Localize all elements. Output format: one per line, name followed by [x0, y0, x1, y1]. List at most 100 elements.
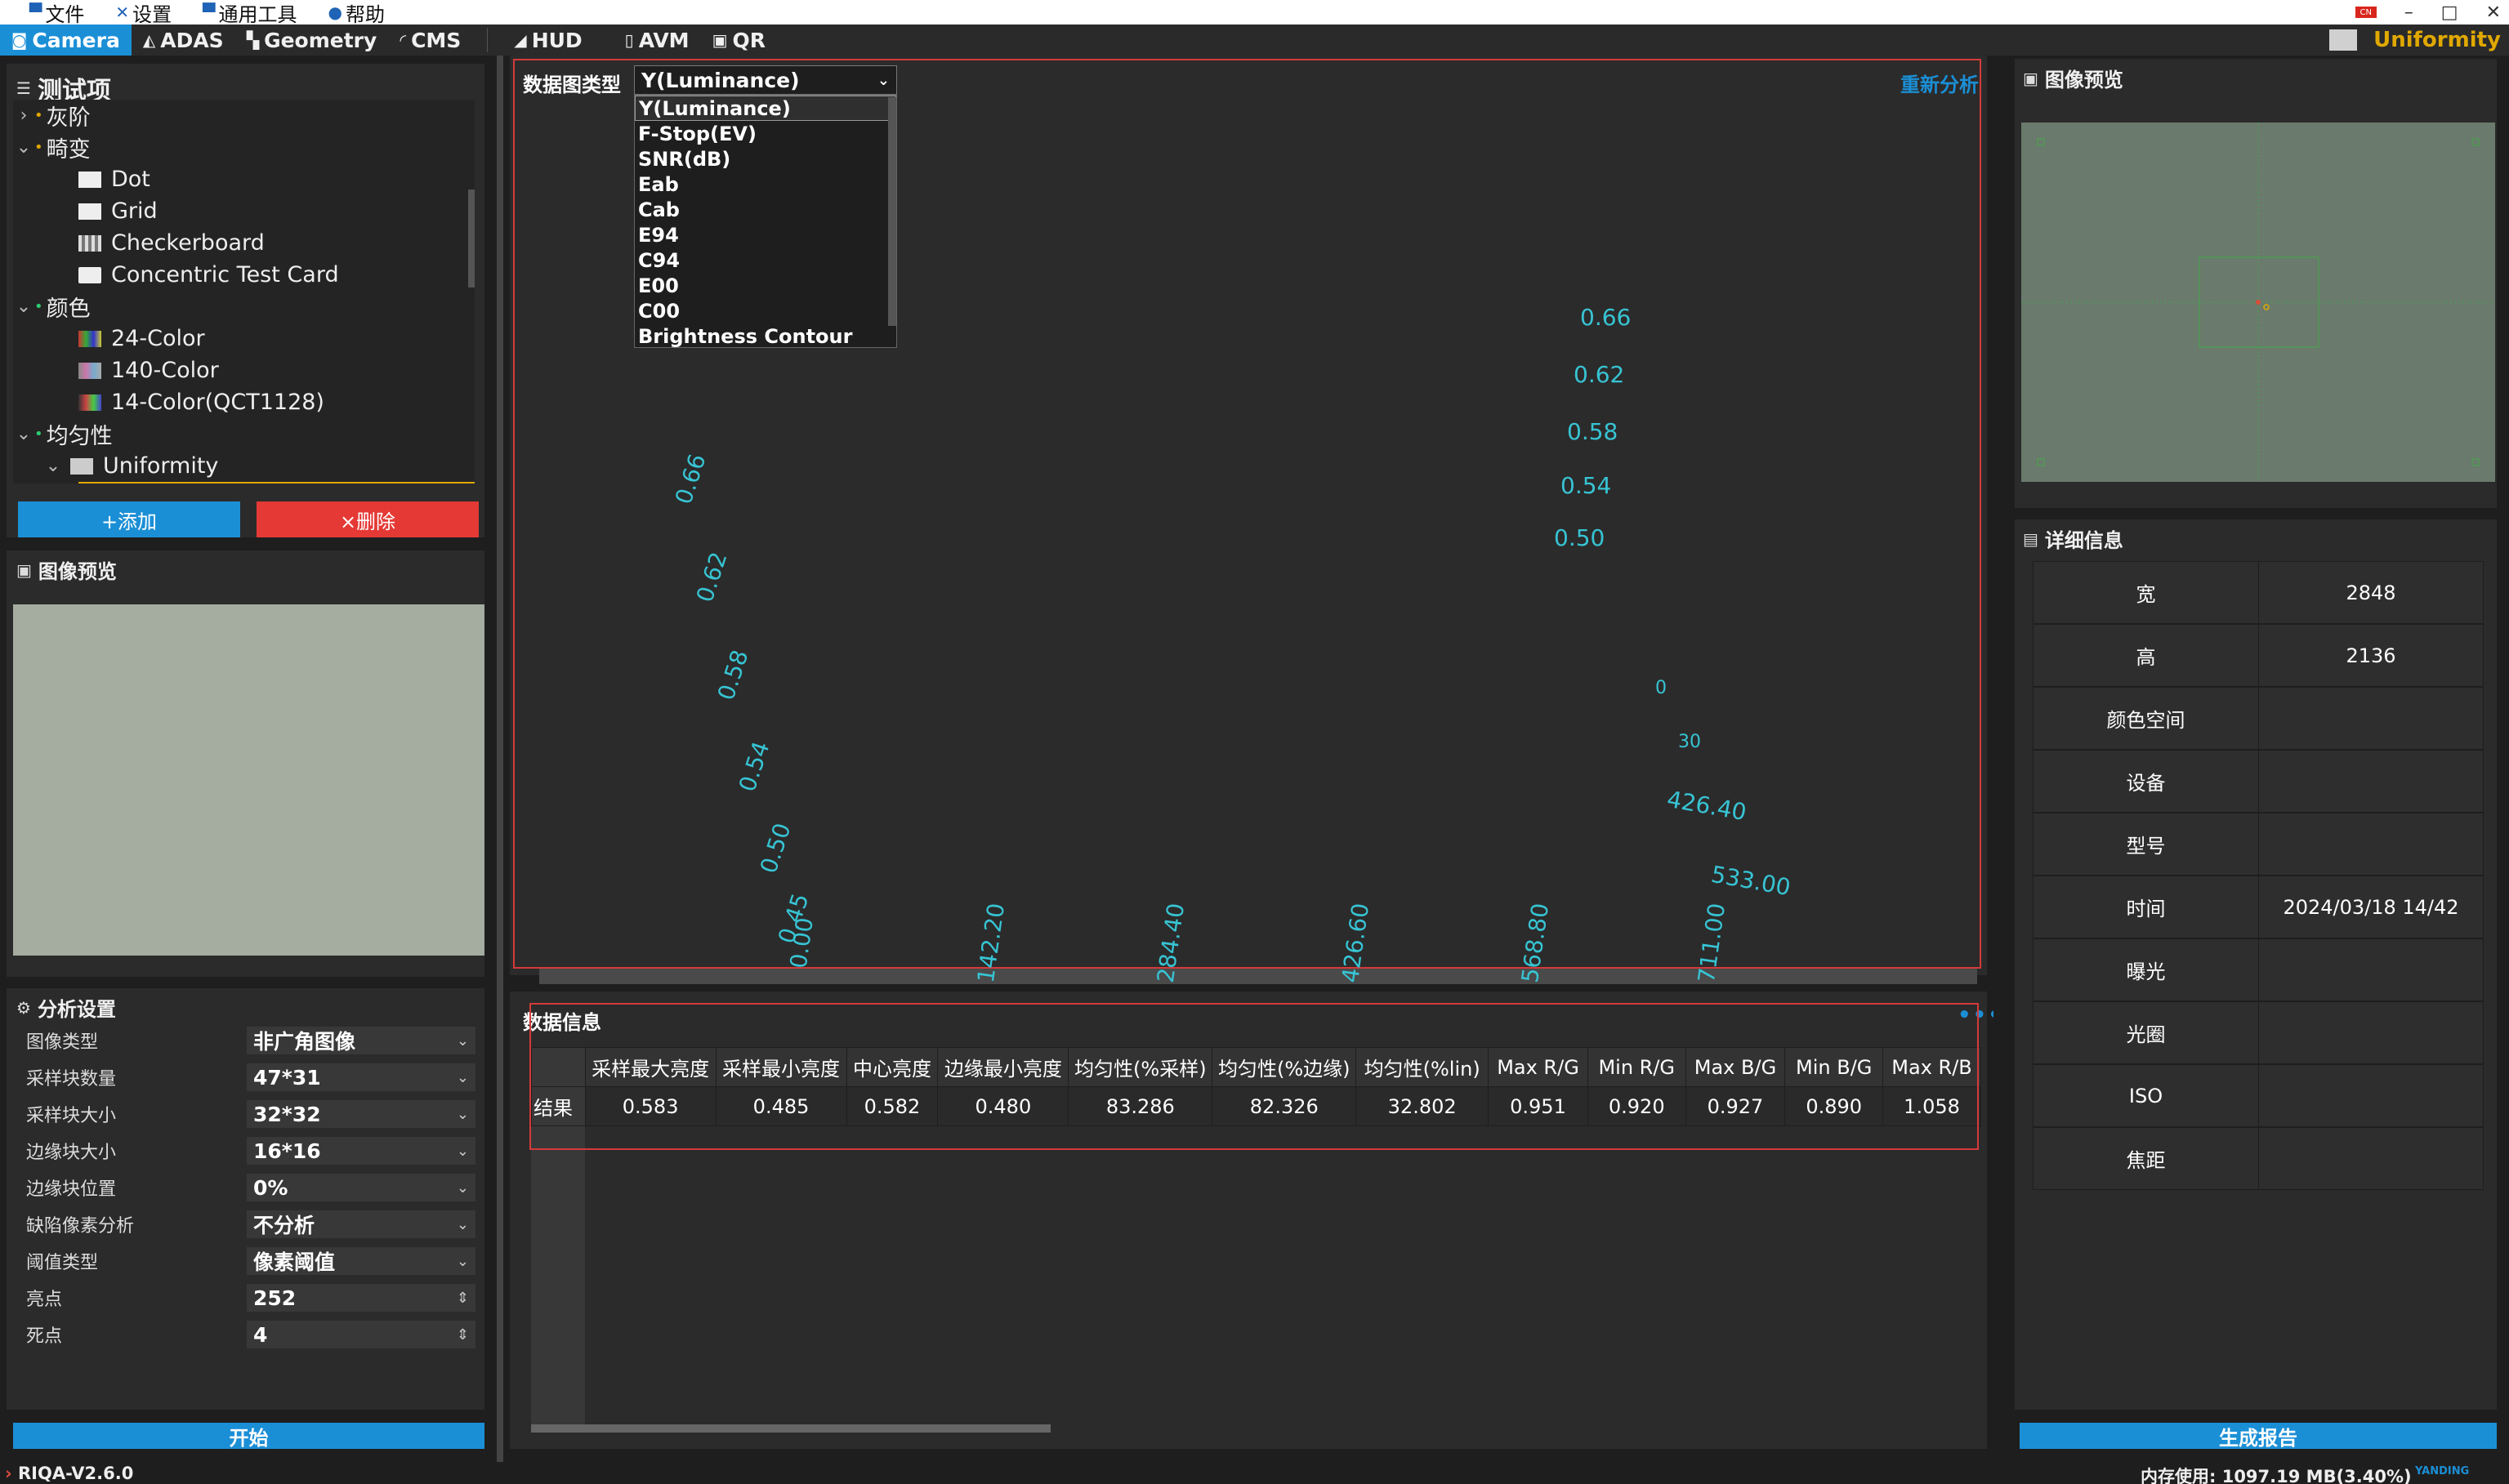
- dropdown-option[interactable]: E00: [635, 273, 896, 298]
- camera-icon: ◙: [11, 30, 28, 50]
- tree-node-uniformity-group[interactable]: ⌄ • 均匀性: [13, 418, 475, 450]
- image-preview-right[interactable]: [2021, 123, 2495, 482]
- setting-bright-point: 亮点 252 ⇕: [26, 1281, 475, 1314]
- menu-file[interactable]: ▀ 文件: [29, 0, 84, 27]
- tab-adas[interactable]: ◭ ADAS: [132, 25, 235, 56]
- chevron-down-icon: ⌄: [456, 1032, 469, 1049]
- menu-help[interactable]: ● 帮助: [328, 0, 385, 27]
- image-icon: ▣: [16, 559, 32, 580]
- setting-threshold-type: 阈值类型 像素阈值 ⌄: [26, 1245, 475, 1277]
- tab-camera[interactable]: ◙ Camera: [0, 25, 132, 56]
- adas-icon: ◭: [142, 30, 156, 50]
- dropdown-option[interactable]: SNR(dB): [635, 146, 896, 172]
- tree-node-distortion[interactable]: ⌄ • 畸变: [13, 131, 475, 163]
- window-controls: CN – □ ✕: [2355, 0, 2501, 25]
- delete-button[interactable]: ×删除: [257, 501, 479, 537]
- tree-leaf-24color[interactable]: 24-Color: [13, 323, 475, 354]
- generate-report-button[interactable]: 生成报告: [2020, 1423, 2497, 1450]
- chevron-down-icon: ⌄: [456, 1068, 469, 1086]
- tab-avm[interactable]: ▯ AVM: [614, 25, 701, 56]
- image-type-select[interactable]: 非广角图像 ⌄: [247, 1027, 475, 1054]
- z-tick-right: 0.66: [1580, 304, 1632, 331]
- tree-leaf-concentric[interactable]: Concentric Test Card: [13, 259, 475, 291]
- block-size-select[interactable]: 32*32 ⌄: [247, 1100, 475, 1128]
- maximize-button[interactable]: □: [2441, 2, 2458, 23]
- close-button[interactable]: ✕: [2486, 2, 2501, 23]
- tree-leaf-dot[interactable]: Dot: [13, 163, 475, 195]
- tree-leaf-checkerboard[interactable]: Checkerboard: [13, 227, 475, 259]
- tree-node-gray[interactable]: › • 灰阶: [13, 100, 475, 131]
- dropdown-option[interactable]: C00: [635, 298, 896, 323]
- geometry-icon: ▚: [246, 30, 260, 50]
- menu-settings[interactable]: ✕ 设置: [115, 0, 172, 27]
- dot-icon: •: [34, 426, 43, 443]
- chevron-down-icon: ⌄: [456, 1179, 469, 1197]
- gear-icon: ⚙: [16, 997, 31, 1018]
- table-highlight-box: [529, 1003, 1979, 1150]
- image-preview-title-right: ▣ 图像预览: [2023, 68, 2123, 92]
- spin-arrows-icon[interactable]: ⇕: [457, 1290, 469, 1307]
- dot-icon: •: [34, 107, 43, 124]
- concentric-icon: [78, 266, 101, 283]
- dot-icon: •: [34, 139, 43, 156]
- chevron-down-icon[interactable]: ⌄: [42, 456, 64, 476]
- color-chart-icon: [78, 362, 101, 379]
- menu-tools[interactable]: ▀ 通用工具: [203, 0, 297, 27]
- menu-bar: ▀ 文件 ✕ 设置 ▀ 通用工具 ● 帮助 CN – □ ✕: [0, 0, 2509, 27]
- threshold-type-select[interactable]: 像素阈值 ⌄: [247, 1247, 475, 1275]
- chevron-right-icon[interactable]: ›: [13, 105, 34, 126]
- tab-cms[interactable]: ◜ CMS: [388, 25, 472, 56]
- tree-scrollbar[interactable]: [468, 189, 475, 287]
- right-splitter[interactable]: [1993, 56, 1998, 1462]
- setting-edge-position: 边缘块位置 0% ⌄: [26, 1171, 475, 1204]
- grid-pattern-icon: [78, 203, 101, 220]
- test-items-tree: › • 灰阶 ⌄ • 畸变 Dot Grid Checkerboard Concentr…: [13, 100, 475, 484]
- tab-hud[interactable]: ◢ HUD: [502, 25, 593, 56]
- chevron-down-icon[interactable]: ⌄: [13, 296, 34, 317]
- block-count-select[interactable]: 47*31 ⌄: [247, 1063, 475, 1091]
- chevron-down-icon[interactable]: ⌄: [13, 137, 34, 158]
- setting-defect-analysis: 缺陷像素分析 不分析 ⌄: [26, 1208, 475, 1241]
- setting-block-size: 采样块大小 32*32 ⌄: [26, 1098, 475, 1130]
- image-preview-left: [13, 604, 484, 956]
- dropdown-option[interactable]: F-Stop(EV): [635, 121, 896, 146]
- tab-geometry[interactable]: ▚ Geometry: [235, 25, 389, 56]
- checkerboard-icon: [78, 234, 101, 252]
- language-badge[interactable]: CN: [2355, 7, 2377, 18]
- uniformity-icon: [70, 457, 93, 475]
- dropdown-option[interactable]: C94: [635, 247, 896, 273]
- tree-leaf-grid[interactable]: Grid: [13, 195, 475, 227]
- reanalyze-link[interactable]: 重新分析: [1900, 69, 1979, 97]
- start-button[interactable]: 开始: [13, 1423, 484, 1450]
- dropdown-option[interactable]: Y(Luminance): [635, 96, 896, 121]
- defect-analysis-select[interactable]: 不分析 ⌄: [247, 1210, 475, 1238]
- chevron-down-icon: ⌄: [456, 1105, 469, 1123]
- dropdown-option[interactable]: E94: [635, 222, 896, 247]
- tree-leaf-140color[interactable]: 140-Color: [13, 354, 475, 386]
- tree-leaf-14color[interactable]: 14-Color(QCT1128): [13, 386, 475, 418]
- tab-qr[interactable]: ▣ QR: [701, 25, 777, 56]
- preview-overlay: [2021, 123, 2495, 482]
- dropdown-option[interactable]: Cab: [635, 197, 896, 222]
- edge-position-select[interactable]: 0% ⌄: [247, 1174, 475, 1201]
- left-splitter[interactable]: [497, 56, 503, 1462]
- z-tick-right: 0.58: [1567, 418, 1618, 445]
- chevron-down-icon[interactable]: ⌄: [13, 424, 34, 444]
- dropdown-option[interactable]: Eab: [635, 172, 896, 197]
- data-chart-type-select[interactable]: Y(Luminance) ⌄: [634, 65, 897, 95]
- dead-point-stepper[interactable]: 4 ⇕: [247, 1321, 475, 1348]
- memory-usage: 内存使用: 1097.19 MB(3.40%): [2141, 1467, 2412, 1484]
- add-button[interactable]: +添加: [18, 501, 240, 537]
- minimize-button[interactable]: –: [2404, 2, 2413, 23]
- dropdown-scrollbar[interactable]: [888, 97, 896, 326]
- chevron-down-icon: ⌄: [877, 71, 890, 89]
- edge-size-select[interactable]: 16*16 ⌄: [247, 1137, 475, 1165]
- table-horizontal-scrollbar[interactable]: [531, 1424, 1051, 1433]
- spin-arrows-icon[interactable]: ⇕: [457, 1326, 469, 1344]
- dropdown-option[interactable]: Brightness Contour: [635, 323, 896, 349]
- data-chart-type-label: 数据图类型: [523, 74, 621, 96]
- tree-leaf-uniformity[interactable]: ⌄ Uniformity: [13, 450, 475, 482]
- bright-point-stepper[interactable]: 252 ⇕: [247, 1284, 475, 1312]
- tree-node-color[interactable]: ⌄ • 颜色: [13, 291, 475, 323]
- dot-pattern-icon: [78, 171, 101, 188]
